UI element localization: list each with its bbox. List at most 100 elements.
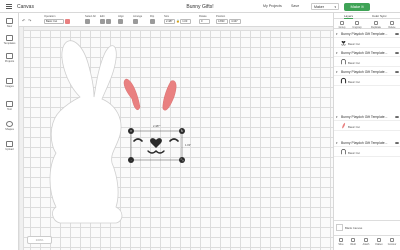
slice-button[interactable]: Slice [336,238,346,246]
my-projects-link[interactable]: My Projects [263,4,282,8]
right-ear-shape[interactable] [162,80,177,111]
chevron-down-icon[interactable]: ▾ [336,70,338,74]
rotate-label: Rotate [199,15,207,18]
blank-canvas-swatch[interactable] [336,224,343,231]
flip-icon[interactable] [150,19,155,24]
layer-thumbnail [341,41,346,46]
sidebar-item-images[interactable]: Images [0,78,19,88]
tab-layers[interactable]: Layers [344,14,354,19]
zoom-control[interactable]: 100% [27,236,52,244]
layer-item[interactable]: Basic Cut [334,147,400,157]
sidebar-item-shapes[interactable]: Shapes [0,121,19,131]
layer-name: Bunny Playdoh Gift Template... [341,115,388,119]
eye-icon[interactable] [395,142,399,144]
size-label: Size [164,15,170,18]
sidebar-item-label: Text [7,108,12,111]
select-all-icon[interactable] [85,19,90,24]
selection-height-label: 1.03" [185,144,191,147]
height-input[interactable]: 1.03 [180,19,192,24]
layer-thumbnail [342,122,346,129]
save-link[interactable]: Save [291,4,299,8]
header: Canvas Bunny Gifts! My Projects Save Mak… [0,0,400,13]
layer-group[interactable]: ▾ Bunny Playdoh Gift Template... Basic Cu… [334,139,400,157]
right-eye-shape [169,138,179,142]
operation-select[interactable]: Basic Cut [44,19,64,24]
select-all-label: Select All [85,15,96,18]
sidebar-item-new[interactable]: New [0,18,19,28]
layer-operation: Basic Cut [348,125,360,129]
lock-handle-icon[interactable]: ∙ [128,157,134,163]
layer-group[interactable]: ▾ Bunny Playdoh Gift Template... Basic Cu… [334,68,400,86]
y-input[interactable]: 4.347 [229,19,242,24]
layers-panel: Layers Color Sync Group Ungroup Duplicat… [333,13,400,250]
eye-icon[interactable] [395,52,399,54]
layer-item[interactable]: Basic Cut [334,76,400,86]
make-it-button[interactable]: Make It [344,3,370,11]
ungroup-button[interactable]: Ungroup [351,21,363,29]
tab-color-sync[interactable]: Color Sync [372,14,387,18]
layer-item[interactable]: Basic Cut [334,38,400,48]
sidebar-item-templates[interactable]: Templates [0,35,19,45]
delete-handle-icon[interactable]: × [128,128,134,134]
rotate-input[interactable]: 0 [199,19,210,24]
position-label: Position [216,15,226,18]
lock-icon[interactable]: 🔒 [176,19,180,24]
chevron-down-icon[interactable]: ▾ [336,115,338,119]
group-button[interactable]: Group [336,21,348,29]
sidebar-item-label: Images [5,85,14,88]
duplicate-button[interactable]: Duplicate [370,21,382,29]
sidebar-item-label: Shapes [5,128,14,131]
sidebar-item-upload[interactable]: Upload [0,141,19,151]
eye-icon[interactable] [395,33,399,35]
weld-button[interactable]: Weld [348,238,358,246]
align-icon[interactable] [118,19,123,24]
app-name: Canvas [17,4,34,10]
color-swatch[interactable] [65,19,70,24]
chevron-down-icon[interactable]: ▾ [336,51,338,55]
machine-select[interactable]: Maker ▾ [311,3,339,10]
flatten-button[interactable]: Flatten [374,238,384,246]
project-title[interactable]: Bunny Gifts! [186,4,213,10]
layer-group[interactable]: ▾ Bunny Playdoh Gift Template... Basic Cu… [334,30,400,48]
arrange-label: Arrange [133,15,143,18]
layer-name: Bunny Playdoh Gift Template... [341,141,388,145]
attach-label: Attach [362,243,370,246]
text-icon [6,101,13,107]
copy-icon[interactable] [106,19,112,24]
layer-operation: Basic Cut [348,151,360,155]
bunny-body-shape[interactable] [49,40,123,224]
eye-icon[interactable] [395,116,399,118]
width-input[interactable]: 2.487 [164,19,175,24]
sidebar-item-label: Templates [3,42,16,45]
eye-icon[interactable] [395,71,399,73]
contour-button[interactable]: Contour [387,238,397,246]
attach-button[interactable]: Attach [361,238,371,246]
left-ear-shape[interactable] [123,78,141,110]
flatten-label: Flatten [375,243,383,246]
contour-label: Contour [387,243,397,246]
bunny-face-group[interactable] [133,138,179,154]
slice-label: Slice [338,243,344,246]
chevron-down-icon: ▾ [334,5,336,9]
menu-icon[interactable] [6,4,12,9]
undo-icon[interactable]: ↶ [22,18,25,23]
chevron-down-icon[interactable]: ▾ [336,141,338,145]
edit-label: Edit [100,15,105,18]
redo-icon[interactable]: ↷ [28,18,31,23]
layer-group[interactable]: ▾ Bunny Playdoh Gift Template... Basic Cu… [334,49,400,67]
sidebar-item-text[interactable]: Text [0,101,19,111]
arrange-icon[interactable] [133,19,138,24]
layer-group[interactable]: ▾ Bunny Playdoh Gift Template... Basic Cu… [334,113,400,131]
scissors-icon[interactable] [100,19,105,24]
resize-handle-icon[interactable]: ⤡ [179,157,185,163]
x-input[interactable]: 4.833 [216,19,228,24]
layer-item[interactable]: Basic Cut [334,121,400,131]
rotate-handle-icon[interactable]: ↻ [179,128,185,134]
duplicate-icon [374,21,378,25]
delete-button[interactable]: Delete [386,21,398,29]
layer-item[interactable]: Basic Cut [334,57,400,67]
sidebar-item-projects[interactable]: Projects [0,53,19,63]
edit-group: Edit [100,15,112,24]
duplicate-label: Duplicate [371,26,381,29]
chevron-down-icon[interactable]: ▾ [336,32,338,36]
